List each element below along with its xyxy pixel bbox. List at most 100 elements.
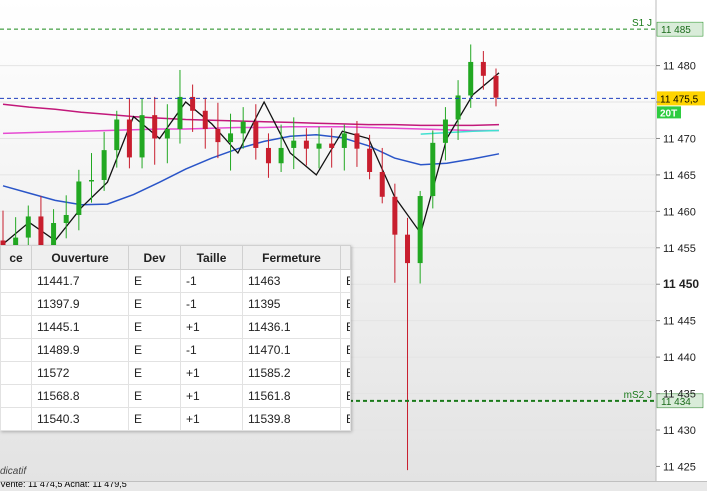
cell-c0: [0, 292, 32, 316]
candle-down: [405, 234, 411, 264]
candle-down: [253, 121, 259, 148]
y-tick-label: 11 460: [663, 206, 696, 218]
col-header[interactable]: Ouverture: [31, 245, 129, 270]
candle-down: [126, 119, 132, 158]
cell-fermeture: 11395: [242, 292, 341, 316]
table-row[interactable]: 11445.1E+111436.1E: [0, 315, 351, 339]
cell-dev: E: [128, 338, 181, 362]
col-header[interactable]: ce: [0, 245, 32, 270]
table-row[interactable]: 11489.9E-111470.1E: [0, 338, 351, 362]
candle-down: [367, 148, 373, 172]
cell-dev: E: [128, 292, 181, 316]
y-tick-label: 11 430: [663, 425, 696, 437]
level-value: 11 485: [661, 25, 691, 36]
last-price-value: 11 475,5: [660, 94, 699, 105]
candle-up: [468, 61, 474, 96]
cell-fermeture: 11561.8: [242, 384, 341, 408]
candle-up: [63, 214, 69, 224]
status-text: Vente: 11 474,5 Achat: 11 479,5: [0, 481, 127, 489]
table-header-row: ce Ouverture Dev Taille Fermeture: [0, 245, 351, 270]
cell-ouverture: 11441.7: [31, 269, 129, 293]
candle-down: [354, 133, 360, 149]
cell-c0: [0, 338, 32, 362]
col-header[interactable]: [340, 245, 351, 270]
candle-up: [430, 142, 436, 197]
candle-up: [417, 196, 423, 264]
candle-up: [25, 216, 31, 238]
cell-c5: E: [340, 407, 351, 431]
y-tick-label: 11 445: [663, 316, 696, 328]
candle-down: [215, 128, 221, 143]
cell-c5: E: [340, 292, 351, 316]
cell-c0: [0, 361, 32, 385]
candle-down: [379, 171, 385, 197]
cell-taille: -1: [180, 338, 243, 362]
table-row[interactable]: 11568.8E+111561.8E: [0, 384, 351, 408]
cell-dev: E: [128, 269, 181, 293]
y-tick-label: 11 465: [663, 170, 696, 182]
candle-up: [455, 95, 461, 120]
price-chart[interactable]: S1 J 11 485 mS2 J 11 434 11 475,5 20T 11 480 1…: [0, 0, 707, 491]
table-row[interactable]: 11441.7E-111463E: [0, 269, 351, 293]
cell-taille: -1: [180, 269, 243, 293]
cell-dev: E: [128, 315, 181, 339]
candle-up: [341, 133, 347, 148]
cell-ouverture: 11445.1: [31, 315, 129, 339]
cell-dev: E: [128, 384, 181, 408]
y-tick-label: 11 440: [663, 352, 696, 364]
candle-up: [101, 150, 107, 181]
cell-fermeture: 11585.2: [242, 361, 341, 385]
candle-up: [278, 147, 284, 164]
candle-down: [265, 147, 271, 164]
y-tick-label: 11 480: [663, 61, 696, 73]
cell-taille: -1: [180, 292, 243, 316]
cell-fermeture: 11539.8: [242, 407, 341, 431]
table-row[interactable]: 11540.3E+111539.8E: [0, 407, 351, 431]
y-tick-label: 11 425: [663, 461, 696, 473]
candle-up: [164, 128, 170, 139]
col-header[interactable]: Fermeture: [242, 245, 341, 270]
candle-down: [329, 143, 335, 148]
candle-up: [51, 223, 57, 248]
candle-up: [240, 121, 246, 134]
y-tick-label: 11 470: [663, 133, 696, 145]
cell-taille: +1: [180, 407, 243, 431]
candle-up: [88, 180, 94, 182]
cell-fermeture: 11436.1: [242, 315, 341, 339]
col-header[interactable]: Dev: [128, 245, 181, 270]
candle-up: [76, 181, 82, 215]
cell-c0: [0, 384, 32, 408]
candle-down: [480, 61, 486, 76]
cell-ouverture: 11397.9: [31, 292, 129, 316]
y-tick-label: 11 450: [663, 277, 699, 291]
cell-c0: [0, 269, 32, 293]
cell-ouverture: 11568.8: [31, 384, 129, 408]
cell-c5: E: [340, 338, 351, 362]
cell-taille: +1: [180, 361, 243, 385]
cell-ouverture: 11540.3: [31, 407, 129, 431]
candle-up: [177, 96, 183, 129]
candle-down: [392, 196, 398, 235]
trades-table: ce Ouverture Dev Taille Fermeture 11441.…: [0, 245, 351, 431]
cell-dev: E: [128, 407, 181, 431]
candle-up: [228, 133, 234, 143]
table-row[interactable]: 11397.9E-111395E: [0, 292, 351, 316]
cell-c5: E: [340, 361, 351, 385]
cell-c5: E: [340, 269, 351, 293]
cell-taille: +1: [180, 315, 243, 339]
cell-c5: E: [340, 315, 351, 339]
candle-down: [38, 216, 44, 248]
candle-down: [190, 96, 196, 111]
candle-up: [291, 140, 297, 148]
level-name: mS2 J: [624, 390, 652, 401]
y-tick-label: 11 435: [663, 389, 696, 401]
table-row[interactable]: 11572E+111585.2E: [0, 361, 351, 385]
col-header[interactable]: Taille: [180, 245, 243, 270]
cell-c0: [0, 407, 32, 431]
cell-ouverture: 11572: [31, 361, 129, 385]
candle-down: [202, 110, 208, 129]
candle-up: [114, 119, 120, 151]
candle-down: [152, 115, 158, 139]
level-name: S1 J: [632, 18, 652, 29]
cell-dev: E: [128, 361, 181, 385]
